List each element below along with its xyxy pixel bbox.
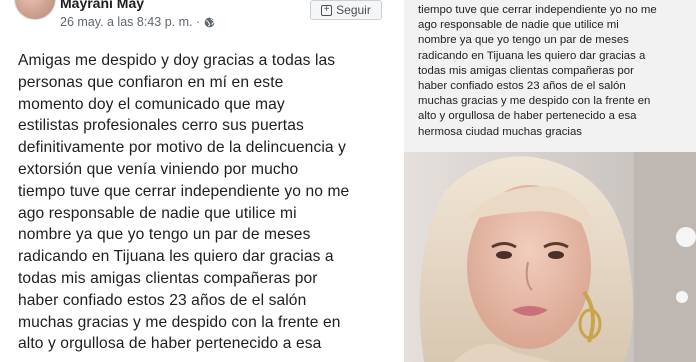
post-text-line: estilistas profesionales cerro sus puert… — [18, 117, 304, 135]
repost-text-line: alto y orgullosa de haber pertenecido a … — [418, 110, 637, 123]
repost-text-line: tiempo tuve que cerrar independiente yo … — [418, 4, 657, 16]
repost-body: tiempo tuve que cerrar independiente yo … — [418, 3, 694, 140]
post-text-line: definitivamente por motivo de la delincu… — [18, 139, 347, 157]
post-body: Amigas me despido y doy gracias a todas … — [18, 50, 396, 355]
facebook-post: Mayrani May 26 may. a las 8:43 p. m. · +… — [0, 0, 398, 362]
author-avatar[interactable] — [14, 0, 56, 20]
post-text-line: ago responsable de nadie que utilice mi — [18, 204, 297, 222]
follow-label: Seguir — [336, 3, 371, 17]
post-text-line: radicando en Tijuana les quiero dar grac… — [18, 248, 334, 266]
post-text-line: personas que confiaron en mí en este — [18, 73, 284, 91]
plus-square-icon: + — [321, 4, 333, 16]
repost-text-line: nombre ya que yo tengo un par de meses — [418, 34, 629, 47]
globe-icon — [204, 17, 215, 27]
profile-photo — [404, 152, 696, 362]
post-text-line: nombre ya que yo tengo un par de meses — [18, 226, 311, 244]
post-meta: 26 may. a las 8:43 p. m. · — [60, 15, 215, 29]
post-text-line: momento doy el comunicado que may — [18, 95, 285, 113]
post-text-line: muchas gracias y me despido con la frent… — [18, 313, 341, 331]
repost-text-line: muchas gracias y me despido con la frent… — [418, 95, 651, 108]
post-text-line: alto y orgullosa de haber pertenecido a … — [18, 335, 322, 353]
repost-text-line: hermosa ciudad muchas gracias — [418, 125, 582, 138]
follow-button[interactable]: + Seguir — [310, 0, 382, 20]
post-text-line: haber confiado estos 23 años de el salón — [18, 291, 307, 309]
post-text-line: extorsión que venía viniendo por mucho — [18, 160, 299, 178]
repost-text-line: ago responsable de nadie que utilice mi — [418, 19, 619, 32]
repost-text-line: haber confiado estos 23 años de el salón — [418, 80, 626, 93]
post-timestamp[interactable]: 26 may. a las 8:43 p. m. · — [60, 15, 200, 29]
repost-panel: tiempo tuve que cerrar independiente yo … — [404, 0, 696, 362]
repost-text-line: todas mis amigas clientas compañeras por — [418, 64, 634, 77]
post-text-line: tiempo tuve que cerrar independiente yo … — [18, 182, 350, 200]
repost-text-line: radicando en Tijuana les quiero dar grac… — [418, 49, 646, 62]
post-text-line: Amigas me despido y doy gracias a todas … — [18, 52, 336, 69]
post-text-line: todas mis amigas clientas compañeras por — [18, 269, 318, 287]
author-name[interactable]: Mayrani May — [60, 0, 144, 11]
